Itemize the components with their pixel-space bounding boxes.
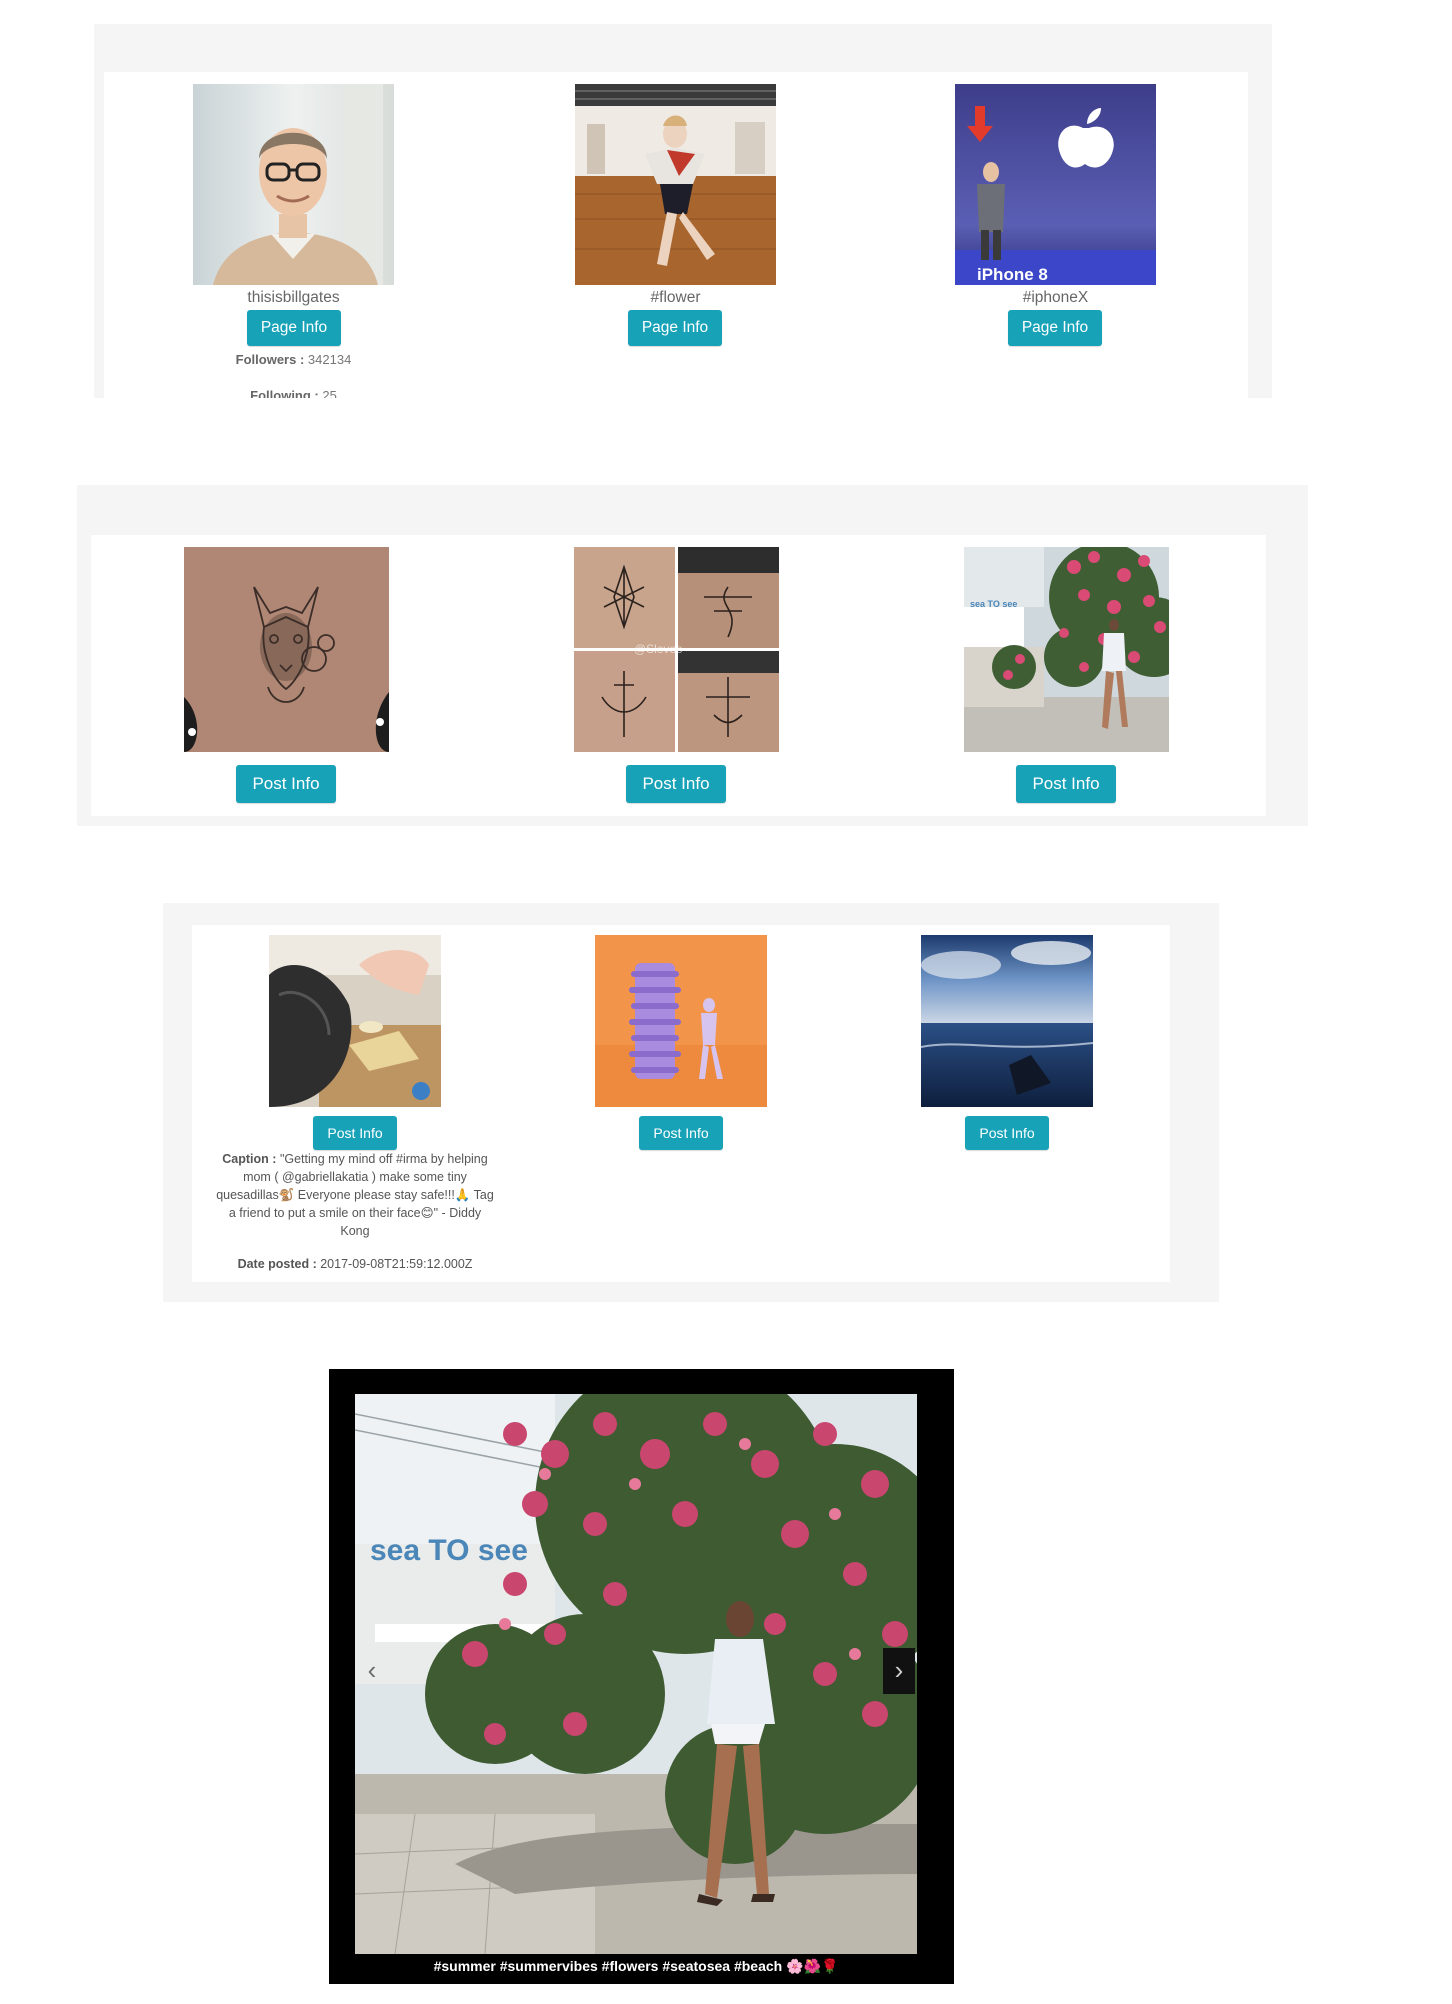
date-value: 2017-09-08T21:59:12.000Z bbox=[320, 1257, 473, 1271]
hashtag-name: #iphoneX bbox=[1022, 289, 1089, 306]
orange-sculpture-thumbnail[interactable] bbox=[595, 935, 767, 1107]
sea-to-see-thumbnail[interactable]: sea TO see bbox=[964, 547, 1169, 752]
flower-hashtag-thumbnail[interactable] bbox=[575, 84, 776, 285]
account-name: thisisbillgates bbox=[247, 289, 340, 306]
post-info-button[interactable]: Post Info bbox=[313, 1116, 397, 1150]
viewer-next-button[interactable]: › bbox=[883, 1648, 915, 1694]
caption-label: Caption : bbox=[222, 1152, 277, 1166]
ocean-sunset-thumbnail[interactable] bbox=[921, 935, 1093, 1107]
post-date: Date posted : 2017-09-08T21:59:12.000Z bbox=[205, 1255, 505, 1273]
followers-value: 342134 bbox=[307, 352, 352, 367]
wolf-tattoo-thumbnail[interactable] bbox=[184, 547, 389, 752]
date-label: Date posted : bbox=[237, 1257, 317, 1271]
iphone-8-thumb-text: iPhone 8 bbox=[977, 265, 1048, 284]
post-info-button[interactable]: Post Info bbox=[626, 765, 726, 803]
post-viewer-image: sea TO see bbox=[355, 1394, 917, 1954]
followers-count: Followers : 342134 bbox=[193, 352, 394, 367]
post-info-button[interactable]: Post Info bbox=[965, 1116, 1049, 1150]
followers-label: Followers : bbox=[235, 352, 305, 367]
following-count: Following : 25 bbox=[193, 388, 394, 398]
page-info-button[interactable]: Page Info bbox=[628, 310, 722, 346]
quesadilla-monkey-thumbnail[interactable] bbox=[269, 935, 441, 1107]
page-info-button[interactable]: Page Info bbox=[1008, 310, 1102, 346]
following-value: 25 bbox=[322, 388, 337, 398]
viewer-caption: #summer #summervibes #flowers #seatosea … bbox=[433, 1958, 839, 1974]
viewer-sign-text: sea TO see bbox=[370, 1534, 528, 1567]
page-info-button[interactable]: Page Info bbox=[247, 310, 341, 346]
watermark-text: @Sleves bbox=[634, 642, 682, 656]
following-label: Following : bbox=[250, 388, 319, 398]
sign-text: sea TO see bbox=[970, 599, 1017, 609]
bill-gates-thumbnail[interactable] bbox=[193, 84, 394, 285]
hashtag-name: #flower bbox=[650, 289, 701, 306]
tattoo-collage-thumbnail[interactable]: @Sleves bbox=[574, 547, 779, 752]
post-info-button[interactable]: Post Info bbox=[1016, 765, 1116, 803]
post-info-button[interactable]: Post Info bbox=[236, 765, 336, 803]
iphonex-hashtag-thumbnail[interactable]: iPhone 8 bbox=[955, 84, 1156, 285]
viewer-prev-button[interactable]: ‹ bbox=[360, 1650, 384, 1690]
post-caption: Caption : "Getting my mind off #irma by … bbox=[215, 1150, 495, 1240]
post-info-button[interactable]: Post Info bbox=[639, 1116, 723, 1150]
